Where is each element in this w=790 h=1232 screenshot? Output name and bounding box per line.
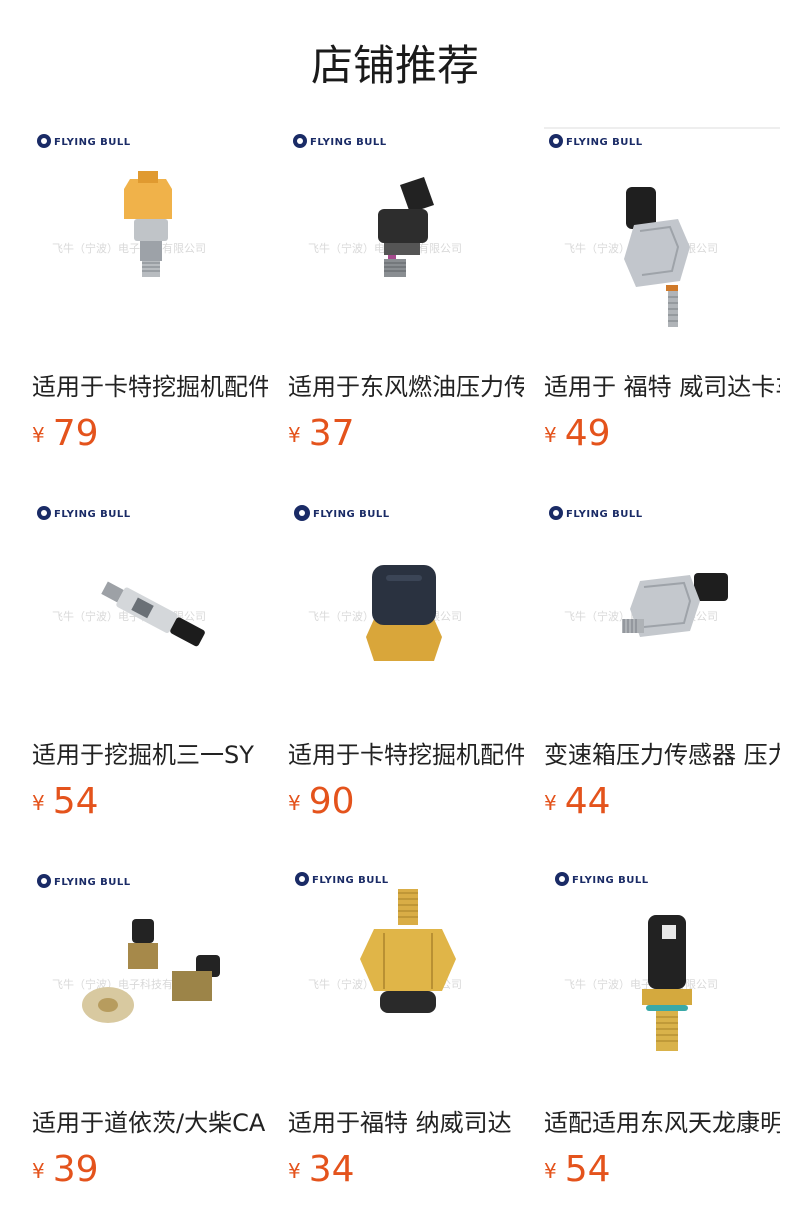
price-amount: 79: [52, 413, 99, 454]
product-card[interactable]: FLYING BULL 飞牛（宁波）电子科技有限公司 适用于挖掘机三一SY ¥5…: [32, 495, 268, 835]
product-card[interactable]: FLYING BULL 飞牛（宁波）电子科技有限公司 变速箱压力传感器 压力 ¥…: [544, 495, 780, 835]
currency-symbol: ¥: [288, 423, 301, 447]
brass-hex-sensor-icon: FLYING BULL 飞牛（宁波）电子科技有限公司: [295, 872, 462, 1013]
product-name[interactable]: 适用于道依茨/大柴CA: [32, 1106, 268, 1140]
product-image[interactable]: FLYING BULL 飞牛（宁波）电子科技有限公司: [32, 127, 268, 363]
product-name[interactable]: 适用于卡特挖掘机配件: [32, 370, 268, 404]
svg-text:FLYING BULL: FLYING BULL: [312, 875, 389, 886]
product-price: ¥34: [288, 1148, 355, 1192]
product-image[interactable]: FLYING BULL 飞牛（宁波）电子科技有限公司: [544, 495, 780, 731]
svg-text:FLYING BULL: FLYING BULL: [572, 875, 649, 886]
price-amount: 90: [308, 781, 355, 822]
silver-hex-sensor-icon: FLYING BULL 飞牛（宁波）电子科技有限公司: [544, 127, 780, 327]
page-title: 店铺推荐: [310, 41, 479, 90]
product-name[interactable]: 适用于卡特挖掘机配件: [288, 738, 524, 772]
product-image[interactable]: FLYING BULL 飞牛（宁波）电子科技有限公司: [544, 863, 780, 1099]
product-price: ¥54: [544, 1148, 611, 1192]
svg-text:FLYING BULL: FLYING BULL: [566, 509, 643, 520]
product-image[interactable]: FLYING BULL 飞牛（宁波）电子科技有限公司: [288, 863, 524, 1099]
multi-sensor-kit-icon: FLYING BULL 飞牛（宁波）电子科技有限公司: [37, 874, 220, 1023]
product-name[interactable]: 适用于 福特 威司达卡车: [544, 370, 780, 404]
product-price: ¥44: [544, 780, 611, 824]
currency-symbol: ¥: [32, 791, 45, 815]
product-image[interactable]: FLYING BULL 飞牛（宁波）电子科技有限公司: [288, 495, 524, 731]
product-card[interactable]: FLYING BULL 飞牛（宁波）电子科技有限公司 适用于卡特挖掘机配件 ¥9…: [288, 495, 524, 835]
svg-text:FLYING BULL: FLYING BULL: [54, 509, 131, 520]
product-name[interactable]: 适配适用东风天龙康明斯: [544, 1106, 780, 1140]
product-card[interactable]: FLYING BULL 飞牛（宁波）电子科技有限公司 适用于东风燃油压力传感器 …: [288, 127, 524, 467]
svg-text:飞牛（宁波）电子科技有限公司: 飞牛（宁波）电子科技有限公司: [52, 241, 206, 255]
price-amount: 44: [564, 781, 611, 822]
yellow-cap-sensor-icon: FLYING BULL 飞牛（宁波）电子科技有限公司: [37, 134, 206, 277]
currency-symbol: ¥: [544, 791, 557, 815]
black-body-oring-sensor-icon: FLYING BULL 飞牛（宁波）电子科技有限公司: [555, 872, 718, 1051]
svg-text:FLYING BULL: FLYING BULL: [313, 509, 390, 520]
currency-symbol: ¥: [288, 791, 301, 815]
svg-text:飞牛（宁波）电子科技有限公司: 飞牛（宁波）电子科技有限公司: [564, 977, 718, 991]
product-card[interactable]: FLYING BULL 飞牛（宁波）电子科技有限公司 适配适用东风天龙康明斯 ¥…: [544, 863, 780, 1203]
product-image[interactable]: FLYING BULL 飞牛（宁波）电子科技有限公司: [544, 127, 780, 363]
product-name[interactable]: 适用于挖掘机三一SY: [32, 738, 268, 772]
svg-text:FLYING BULL: FLYING BULL: [566, 137, 643, 148]
brass-large-connector-sensor-icon: FLYING BULL 飞牛（宁波）电子科技有限公司: [294, 505, 462, 661]
product-name[interactable]: 变速箱压力传感器 压力: [544, 738, 780, 772]
price-amount: 34: [308, 1149, 355, 1190]
slim-tube-sensor-icon: FLYING BULL 飞牛（宁波）电子科技有限公司: [37, 506, 206, 647]
price-amount: 54: [564, 1149, 611, 1190]
product-image[interactable]: FLYING BULL 飞牛（宁波）电子科技有限公司: [32, 863, 268, 1099]
product-price: ¥54: [32, 780, 99, 824]
product-card[interactable]: FLYING BULL 飞牛（宁波）电子科技有限公司 适用于 福特 威司达卡车 …: [544, 127, 780, 467]
price-amount: 39: [52, 1149, 99, 1190]
product-price: ¥39: [32, 1148, 99, 1192]
product-card[interactable]: FLYING BULL 飞牛（宁波）电子科技有限公司 适用于道依茨/大柴CA ¥…: [32, 863, 268, 1203]
product-name[interactable]: 适用于福特 纳威司达: [288, 1106, 524, 1140]
product-card[interactable]: FLYING BULL 飞牛（宁波）电子科技有限公司 适用于福特 纳威司达 ¥3…: [288, 863, 524, 1203]
price-amount: 37: [308, 413, 355, 454]
product-image[interactable]: FLYING BULL 飞牛（宁波）电子科技有限公司: [32, 495, 268, 731]
product-image[interactable]: FLYING BULL 飞牛（宁波）电子科技有限公司: [288, 127, 524, 363]
svg-text:FLYING BULL: FLYING BULL: [54, 877, 131, 888]
currency-symbol: ¥: [288, 1159, 301, 1183]
product-name[interactable]: 适用于东风燃油压力传感器: [288, 370, 524, 404]
product-price: ¥79: [32, 412, 99, 456]
product-price: ¥90: [288, 780, 355, 824]
currency-symbol: ¥: [544, 423, 557, 447]
currency-symbol: ¥: [544, 1159, 557, 1183]
price-amount: 54: [52, 781, 99, 822]
product-price: ¥49: [544, 412, 611, 456]
svg-text:FLYING BULL: FLYING BULL: [54, 137, 131, 148]
svg-text:FLYING BULL: FLYING BULL: [310, 137, 387, 148]
product-card[interactable]: FLYING BULL 飞牛（宁波）电子科技有限公司 适用于卡特挖掘机配件 ¥7…: [32, 127, 268, 467]
silver-side-connector-sensor-icon: FLYING BULL 飞牛（宁波）电子科技有限公司: [549, 506, 728, 637]
black-connector-sensor-icon: FLYING BULL 飞牛（宁波）电子科技有限公司: [293, 134, 462, 277]
currency-symbol: ¥: [32, 1159, 45, 1183]
product-price: ¥37: [288, 412, 355, 456]
currency-symbol: ¥: [32, 423, 45, 447]
price-amount: 49: [564, 413, 611, 454]
